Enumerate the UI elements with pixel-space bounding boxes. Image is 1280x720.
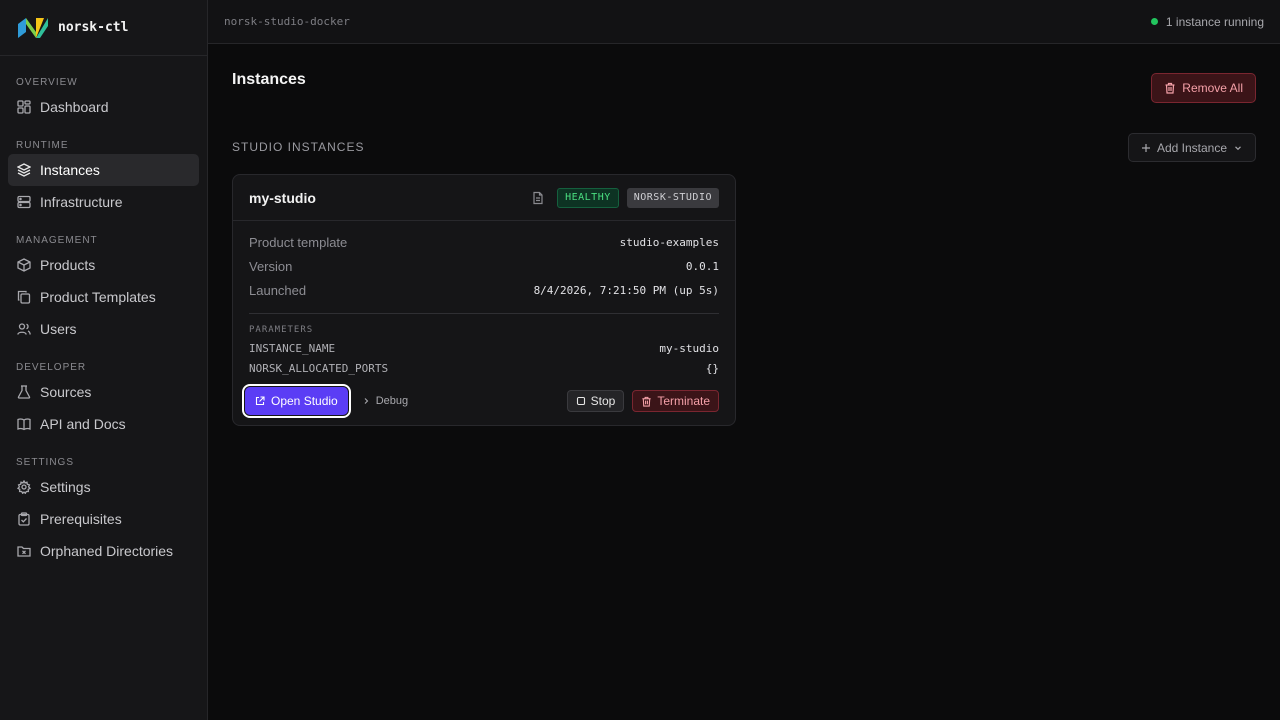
stop-label: Stop <box>590 394 616 408</box>
main-content: Instances Remove All STUDIO INSTANCES Ad… <box>208 44 1280 720</box>
section-label-management: MANAGEMENT <box>16 235 98 246</box>
sidebar-item-label: Users <box>40 321 77 337</box>
sidebar-item-dashboard[interactable]: Dashboard <box>8 91 199 123</box>
running-status: 1 instance running <box>1150 14 1264 29</box>
status-text: 1 instance running <box>1165 14 1264 29</box>
terminate-label: Terminate <box>657 394 710 408</box>
gear-icon <box>16 479 32 495</box>
sidebar-item-products[interactable]: Products <box>8 249 199 281</box>
detail-value: 8/4/2026, 7:21:50 PM (up 5s) <box>533 284 719 297</box>
param-value: my-studio <box>659 342 719 355</box>
brand[interactable]: norsk-ctl <box>0 0 207 56</box>
brand-name: norsk-ctl <box>58 20 129 35</box>
debug-toggle[interactable]: Debug <box>362 395 408 407</box>
debug-label: Debug <box>375 395 409 407</box>
instance-name: my-studio <box>249 189 316 206</box>
stop-icon <box>576 396 585 406</box>
sidebar-item-api-docs[interactable]: API and Docs <box>8 408 199 440</box>
detail-value: 0.0.1 <box>685 260 719 273</box>
section-label-settings: SETTINGS <box>16 457 75 468</box>
detail-label: Version <box>249 259 293 274</box>
section-label-runtime: RUNTIME <box>16 140 69 151</box>
sidebar-item-label: Settings <box>40 479 91 495</box>
sidebar-item-label: Prerequisites <box>40 511 122 527</box>
sidebar-item-settings[interactable]: Settings <box>8 471 199 503</box>
sidebar-item-users[interactable]: Users <box>8 313 199 345</box>
instance-card: my-studio HEALTHY NORSK-STUDIO Product t… <box>232 174 736 426</box>
sidebar-item-label: Infrastructure <box>40 194 123 210</box>
remove-all-button[interactable]: Remove All <box>1151 73 1256 103</box>
kind-badge: NORSK-STUDIO <box>626 187 719 208</box>
sidebar-item-label: Product Templates <box>40 289 156 305</box>
param-value: {} <box>705 362 719 375</box>
users-icon <box>16 321 32 337</box>
page-title: Instances <box>232 71 306 88</box>
add-instance-button[interactable]: Add Instance <box>1127 133 1256 162</box>
sidebar-item-product-templates[interactable]: Product Templates <box>8 281 199 313</box>
chevron-right-icon <box>364 398 368 404</box>
layers-icon <box>16 162 32 178</box>
detail-row-version: Version 0.0.1 <box>249 259 719 274</box>
param-row: NORSK_ALLOCATED_PORTS {} <box>249 362 719 375</box>
copy-icon <box>16 289 32 305</box>
chevron-down-icon <box>1235 145 1241 150</box>
section-label-developer: DEVELOPER <box>16 362 87 373</box>
detail-value: studio-examples <box>619 236 719 249</box>
detail-row-template: Product template studio-examples <box>249 235 719 250</box>
status-dot <box>1150 18 1158 25</box>
terminate-button[interactable]: Terminate <box>632 390 719 412</box>
sidebar-item-label: Dashboard <box>40 99 109 115</box>
card-divider <box>249 313 719 314</box>
context-name: norsk-studio-docker <box>224 15 350 28</box>
detail-row-launched: Launched 8/4/2026, 7:21:50 PM (up 5s) <box>249 283 719 298</box>
sidebar-item-orphaned-directories[interactable]: Orphaned Directories <box>8 535 199 567</box>
trash-icon <box>1165 82 1175 94</box>
external-link-icon <box>255 396 265 406</box>
open-studio-label: Open Studio <box>271 394 338 408</box>
sidebar-nav: OVERVIEW Dashboard RUNTIME Instances Inf… <box>0 56 207 567</box>
norsk-logo-icon <box>18 17 48 38</box>
sidebar-item-label: Products <box>40 257 96 273</box>
section-title: STUDIO INSTANCES <box>232 140 365 154</box>
grid-icon <box>16 99 32 115</box>
flask-icon <box>16 384 32 400</box>
sidebar: norsk-ctl OVERVIEW Dashboard RUNTIME Ins… <box>0 0 208 720</box>
param-row: INSTANCE_NAME my-studio <box>249 342 719 355</box>
detail-label: Launched <box>249 283 307 298</box>
sidebar-item-infrastructure[interactable]: Infrastructure <box>8 186 199 218</box>
param-key: NORSK_ALLOCATED_PORTS <box>249 362 389 375</box>
instance-actions: Open Studio Debug Stop Terminate <box>242 384 719 418</box>
sidebar-item-label: Sources <box>40 384 92 400</box>
clipboard-check-icon <box>16 511 32 527</box>
trash-icon <box>642 396 651 407</box>
box-icon <box>16 257 32 273</box>
sidebar-item-label: API and Docs <box>40 416 126 432</box>
sidebar-item-label: Instances <box>40 162 100 178</box>
parameters-label: PARAMETERS <box>249 325 314 335</box>
section-label-overview: OVERVIEW <box>16 77 78 88</box>
topbar: norsk-studio-docker 1 instance running <box>208 0 1280 44</box>
stop-button[interactable]: Stop <box>566 390 625 412</box>
sidebar-item-prerequisites[interactable]: Prerequisites <box>8 503 199 535</box>
plus-icon <box>1141 143 1150 152</box>
param-key: INSTANCE_NAME <box>249 342 336 355</box>
instance-card-header: my-studio HEALTHY NORSK-STUDIO <box>233 175 735 221</box>
book-icon <box>16 416 32 432</box>
open-studio-button[interactable]: Open Studio <box>242 384 351 418</box>
detail-label: Product template <box>249 235 348 250</box>
document-icon[interactable] <box>531 191 545 205</box>
remove-all-label: Remove All <box>1182 81 1243 95</box>
sidebar-item-instances[interactable]: Instances <box>8 154 199 186</box>
health-badge: HEALTHY <box>557 187 619 208</box>
add-instance-label: Add Instance <box>1156 140 1227 155</box>
server-icon <box>16 194 32 210</box>
folder-x-icon <box>16 543 32 559</box>
sidebar-item-label: Orphaned Directories <box>40 543 174 559</box>
sidebar-item-sources[interactable]: Sources <box>8 376 199 408</box>
